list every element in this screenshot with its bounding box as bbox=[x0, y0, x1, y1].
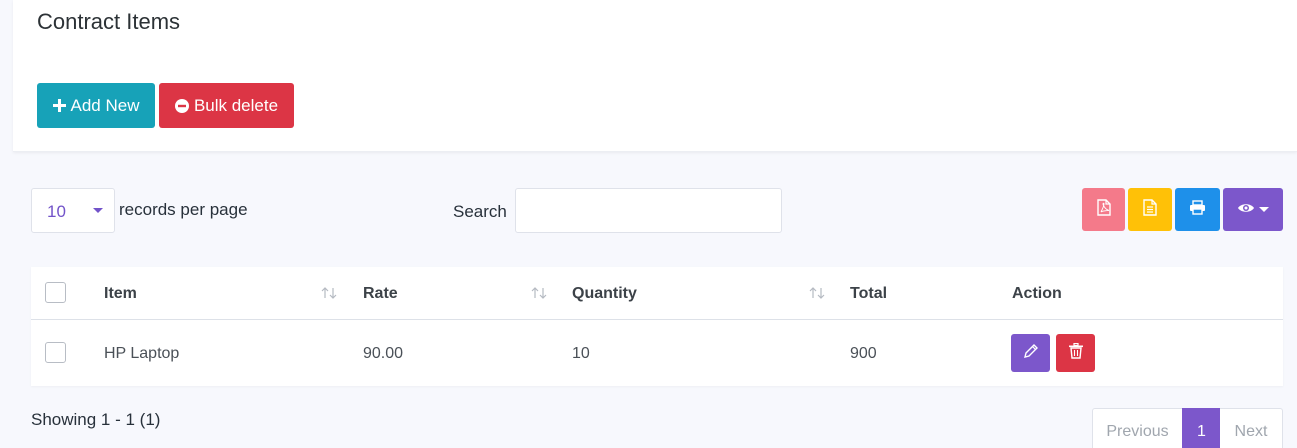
sort-icon[interactable] bbox=[321, 286, 337, 305]
csv-icon bbox=[1143, 198, 1157, 221]
bulk-delete-button[interactable]: Bulk delete bbox=[159, 83, 294, 128]
chevron-down-icon bbox=[1259, 207, 1269, 212]
pagination-previous[interactable]: Previous bbox=[1092, 408, 1183, 448]
column-header-quantity[interactable]: Quantity bbox=[572, 285, 637, 303]
print-icon bbox=[1189, 199, 1206, 220]
showing-summary: Showing 1 - 1 (1) bbox=[31, 410, 161, 429]
column-visibility-button[interactable] bbox=[1223, 188, 1283, 231]
plus-icon bbox=[52, 99, 66, 112]
contract-items-table: Item Rate Quantity Total Action HP Lapto… bbox=[31, 267, 1283, 386]
column-header-item[interactable]: Item bbox=[104, 285, 137, 303]
quantity-cell: 10 bbox=[572, 345, 590, 362]
pdf-icon bbox=[1096, 198, 1111, 221]
select-all-checkbox[interactable] bbox=[45, 282, 66, 303]
header-card: Contract Items Add New Bulk delete bbox=[13, 0, 1297, 152]
print-button[interactable] bbox=[1175, 188, 1220, 231]
chevron-down-icon bbox=[93, 208, 103, 213]
edit-button[interactable] bbox=[1011, 334, 1050, 372]
column-header-total[interactable]: Total bbox=[850, 285, 887, 303]
eye-icon bbox=[1237, 201, 1255, 219]
export-csv-button[interactable] bbox=[1128, 188, 1172, 231]
item-cell: HP Laptop bbox=[104, 345, 180, 362]
page-title: Contract Items bbox=[37, 9, 181, 34]
per-page-value: 10 bbox=[47, 202, 66, 221]
search-input[interactable] bbox=[515, 188, 782, 233]
row-checkbox[interactable] bbox=[45, 342, 66, 363]
sort-icon[interactable] bbox=[531, 286, 547, 305]
pagination-next[interactable]: Next bbox=[1220, 408, 1283, 448]
records-per-page-select[interactable]: 10 bbox=[31, 188, 115, 233]
bulk-delete-label: Bulk delete bbox=[193, 95, 279, 115]
delete-button[interactable] bbox=[1056, 334, 1095, 372]
total-cell: 900 bbox=[850, 345, 877, 362]
minus-circle-icon bbox=[174, 98, 189, 113]
sort-icon[interactable] bbox=[809, 286, 825, 305]
search-label: Search bbox=[453, 202, 507, 221]
rate-cell: 90.00 bbox=[363, 345, 404, 362]
pencil-icon bbox=[1023, 343, 1039, 364]
column-header-action: Action bbox=[1012, 285, 1062, 302]
per-page-label: records per page bbox=[119, 200, 248, 219]
table-header: Item Rate Quantity Total Action bbox=[31, 267, 1283, 320]
pagination-page-1[interactable]: 1 bbox=[1182, 408, 1221, 448]
export-pdf-button[interactable] bbox=[1082, 188, 1125, 231]
add-new-label: Add New bbox=[70, 95, 140, 115]
trash-icon bbox=[1068, 342, 1083, 364]
column-header-rate[interactable]: Rate bbox=[363, 285, 398, 303]
add-new-button[interactable]: Add New bbox=[37, 83, 155, 128]
